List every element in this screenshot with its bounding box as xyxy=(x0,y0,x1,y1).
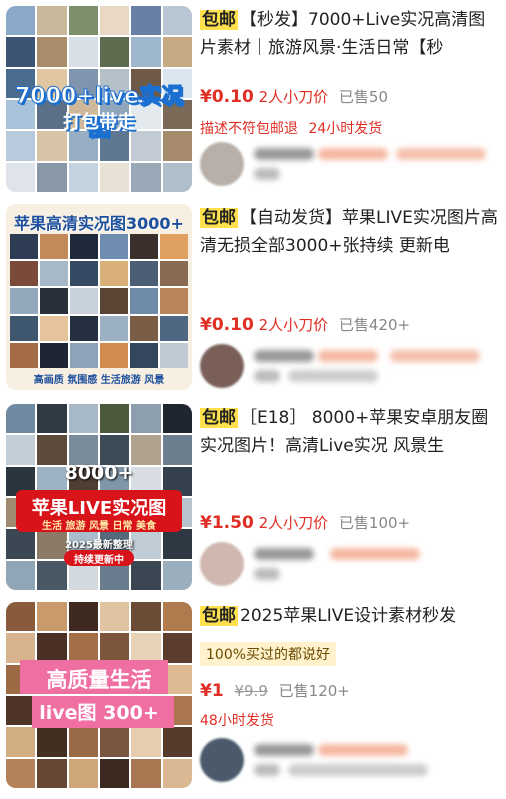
product-title[interactable]: 包邮 【秒发】7000+Live实况高清图片素材｜旅游风景·生活日常【秒 xyxy=(200,6,500,62)
seller-location-blurred xyxy=(254,764,280,776)
bargain-label: 2人小刀价 xyxy=(258,514,329,532)
tag-shipping: 48小时发货 xyxy=(200,713,274,729)
product-card[interactable]: 7000+live实况图 打包带走 包邮 【秒发】7000+Live实况高清图片素… xyxy=(0,0,506,200)
seller-name-blurred xyxy=(254,548,314,560)
thumbnail-subheadline: 高画质 氛围感 生活旅游 风景 xyxy=(33,375,165,386)
product-thumbnail[interactable]: 高质量生活 live图 300+ xyxy=(6,602,192,788)
seller-tag-blurred xyxy=(390,350,480,362)
seller-row[interactable] xyxy=(200,142,500,186)
product-card[interactable]: 高质量生活 live图 300+ 包邮 2025苹果LIVE设计素材秒发 100%… xyxy=(0,598,506,799)
seller-name-blurred xyxy=(254,148,314,160)
seller-row[interactable] xyxy=(200,344,500,388)
product-card[interactable]: 8000+ 苹果LIVE实况图 生活 旅游 风景 日常 美食 2025最新整理 … xyxy=(0,400,506,598)
service-tags: 48小时发货 xyxy=(200,710,274,730)
product-thumbnail[interactable]: 8000+ 苹果LIVE实况图 生活 旅游 风景 日常 美食 2025最新整理 … xyxy=(6,404,192,590)
product-title[interactable]: 包邮 ［E18］ 8000+苹果安卓朋友圈实况图片！高清Live实况 风景生 xyxy=(200,404,500,460)
price: ¥0.10 xyxy=(200,87,254,107)
thumbnail-photo-grid xyxy=(10,234,188,368)
avatar[interactable] xyxy=(200,738,244,782)
product-info[interactable]: 包邮 【秒发】7000+Live实况高清图片素材｜旅游风景·生活日常【秒 ¥0.1… xyxy=(200,6,500,186)
product-card[interactable]: 苹果高清实况图3000+ 高画质 氛围感 生活旅游 风景 包邮 【自动发货】苹果L… xyxy=(0,200,506,400)
seller-tag-blurred xyxy=(318,148,388,160)
seller-location-blurred xyxy=(254,370,280,382)
product-info[interactable]: 包邮 2025苹果LIVE设计素材秒发 100%买过的都说好 ¥1 ¥9.9 已售… xyxy=(200,602,500,782)
seller-stats-blurred xyxy=(288,370,378,382)
thumbnail-headline: 高质量生活 xyxy=(46,668,152,692)
review-highlight: 100%买过的都说好 xyxy=(200,642,337,666)
product-title[interactable]: 包邮 2025苹果LIVE设计素材秒发 xyxy=(200,602,500,630)
product-title[interactable]: 包邮 【自动发货】苹果LIVE实况图片高清无损全部3000+张持续 更新电 xyxy=(200,204,500,260)
sold-count: 已售420+ xyxy=(338,316,411,334)
tag-shipping: 24小时发货 xyxy=(308,121,383,137)
thumbnail-update-text: 持续更新中 xyxy=(74,555,124,566)
bargain-label: 2人小刀价 xyxy=(258,316,329,334)
seller-name-blurred xyxy=(254,744,314,756)
thumbnail-categories: 生活 旅游 风景 日常 美食 xyxy=(42,521,156,532)
seller-location-blurred xyxy=(254,568,280,580)
seller-tag-blurred xyxy=(318,350,378,362)
seller-location-blurred xyxy=(254,168,280,180)
thumbnail-subheadline: 打包带走 xyxy=(63,112,135,133)
thumbnail-photo-grid xyxy=(6,602,192,788)
sold-count: 已售100+ xyxy=(338,514,411,532)
sold-count: 已售50 xyxy=(338,88,388,106)
price-line: ¥1.50 2人小刀价 已售100+ xyxy=(200,512,410,533)
seller-tag-blurred xyxy=(330,548,420,560)
avatar[interactable] xyxy=(200,344,244,388)
sold-count: 已售120+ xyxy=(278,682,350,700)
product-thumbnail[interactable]: 苹果高清实况图3000+ 高画质 氛围感 生活旅游 风景 xyxy=(6,204,192,390)
avatar[interactable] xyxy=(200,542,244,586)
free-shipping-badge: 包邮 xyxy=(200,606,238,626)
original-price: ¥9.9 xyxy=(234,682,268,700)
seller-stats-blurred xyxy=(288,764,428,776)
free-shipping-badge: 包邮 xyxy=(200,408,238,428)
price: ¥1 xyxy=(200,681,224,701)
seller-name-blurred xyxy=(254,350,314,362)
seller-row[interactable] xyxy=(200,542,500,586)
price: ¥0.10 xyxy=(200,315,254,335)
thumbnail-count: 8000+ xyxy=(64,462,134,484)
product-thumbnail[interactable]: 7000+live实况图 打包带走 xyxy=(6,6,192,192)
thumbnail-year: 2025最新整理 xyxy=(65,540,133,551)
price-line: ¥0.10 2人小刀价 已售50 xyxy=(200,86,388,107)
seller-tag-blurred xyxy=(318,744,408,756)
thumbnail-subheadline: live图 300+ xyxy=(39,702,159,724)
product-info[interactable]: 包邮 【自动发货】苹果LIVE实况图片高清无损全部3000+张持续 更新电 ¥0.… xyxy=(200,204,500,388)
price: ¥1.50 xyxy=(200,513,254,533)
product-info[interactable]: 包邮 ［E18］ 8000+苹果安卓朋友圈实况图片！高清Live实况 风景生 ¥1… xyxy=(200,404,500,586)
free-shipping-badge: 包邮 xyxy=(200,208,238,228)
price-line: ¥0.10 2人小刀价 已售420+ xyxy=(200,314,410,335)
seller-row[interactable] xyxy=(200,738,500,782)
tag-return: 描述不符包邮退 xyxy=(200,121,298,137)
price-line: ¥1 ¥9.9 已售120+ xyxy=(200,680,350,701)
free-shipping-badge: 包邮 xyxy=(200,10,238,30)
avatar[interactable] xyxy=(200,142,244,186)
service-tags: 描述不符包邮退 24小时发货 xyxy=(200,118,382,138)
seller-tag-blurred xyxy=(396,148,486,160)
thumbnail-headline: 苹果高清实况图3000+ xyxy=(14,214,184,233)
bargain-label: 2人小刀价 xyxy=(258,88,329,106)
